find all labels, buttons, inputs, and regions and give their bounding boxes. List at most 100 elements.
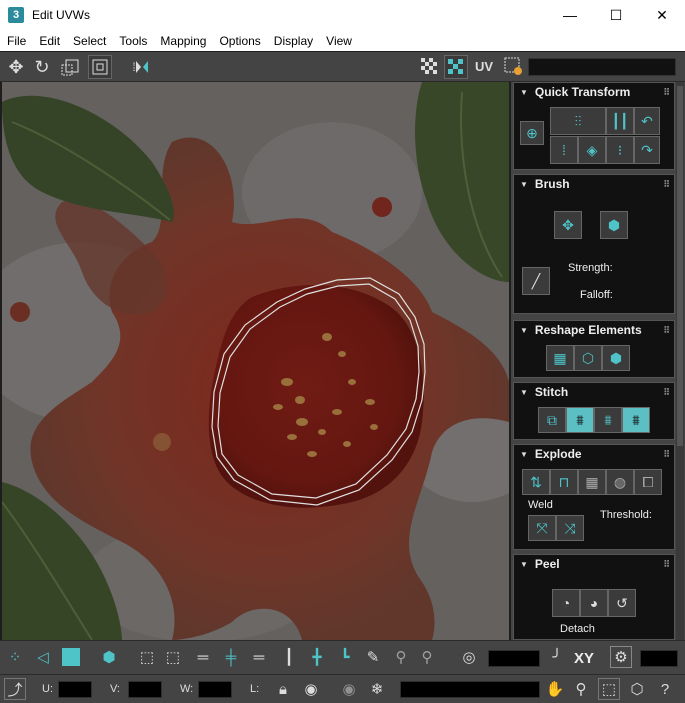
freeze-icon[interactable]: ❄ [366, 678, 388, 700]
flatten-by-polygon-icon[interactable]: ▦ [578, 469, 606, 495]
grip-icon[interactable]: ⠿ [663, 179, 670, 190]
flatten-by-smoothing-icon[interactable]: ◍ [606, 469, 634, 495]
grow-loop-icon[interactable]: ═ [192, 646, 214, 668]
grip-icon[interactable]: ⠿ [663, 387, 670, 398]
grow-ring-icon[interactable]: ╪ [220, 646, 242, 668]
vertex-mode-icon[interactable]: ⁘ [4, 646, 26, 668]
transform-pivot-icon[interactable]: ⊕ [520, 121, 544, 145]
soft-select-edge-icon[interactable]: ⚲ [416, 646, 438, 668]
edge-distance-field[interactable] [640, 650, 678, 667]
menu-select[interactable]: Select [66, 34, 112, 48]
paint-brush-icon[interactable]: ✎ [362, 646, 384, 668]
grip-icon[interactable]: ⠿ [663, 449, 670, 460]
center-icon[interactable]: ◈ [578, 136, 606, 164]
align-horizontal-icon[interactable]: ⫶⫶ [550, 107, 606, 135]
checker-pattern-icon[interactable] [418, 55, 442, 79]
reshape-elements-header[interactable]: ▼ Reshape Elements ⠿ [514, 321, 674, 339]
polygon-mode-icon[interactable] [60, 646, 82, 668]
stitch-average-icon[interactable]: ⩩ [594, 407, 622, 433]
stitch-custom-icon[interactable]: ⧉ [538, 407, 566, 433]
stitch-header[interactable]: ▼ Stitch ⠿ [514, 383, 674, 401]
soft-select-icon[interactable]: ⚲ [390, 646, 412, 668]
straighten-icon[interactable]: ▦ [546, 345, 574, 371]
zoom-extents-icon[interactable]: ⬡ [626, 678, 648, 700]
v-field[interactable] [128, 681, 162, 698]
lock-icon[interactable]: 🔒︎ [272, 678, 294, 700]
absolute-mode-icon[interactable]: ⤴ [4, 678, 26, 700]
quick-transform-header[interactable]: ▼ Quick Transform ⠿ [514, 83, 674, 101]
mirror-icon[interactable] [130, 55, 154, 79]
minimize-button[interactable]: — [547, 0, 593, 30]
flatten-by-material-icon[interactable]: ⧠ [634, 469, 662, 495]
rotate-ccw-icon[interactable]: ↶ [634, 107, 660, 135]
falloff-curve-icon[interactable]: ╱ [522, 267, 550, 295]
shrink-selection-icon[interactable]: ┗ [334, 646, 356, 668]
grow-selection-icon[interactable]: ╋ [306, 646, 328, 668]
filter-dropdown[interactable] [400, 681, 540, 698]
brush-header[interactable]: ▼ Brush ⠿ [514, 175, 674, 193]
peel-header[interactable]: ▼ Peel ⠿ [514, 555, 674, 573]
grip-icon[interactable]: ⠿ [663, 325, 670, 336]
grip-icon[interactable]: ⠿ [663, 559, 670, 570]
paint-move-icon[interactable]: ✥ [554, 211, 582, 239]
pan-hand-icon[interactable]: ✋ [544, 678, 566, 700]
l-label: L: [250, 683, 260, 695]
checker-texture-icon[interactable] [444, 55, 468, 79]
texture-dropdown[interactable] [528, 58, 676, 76]
zoom-icon[interactable]: ⚲ [570, 678, 592, 700]
menu-mapping[interactable]: Mapping [153, 34, 212, 48]
paint-select-icon[interactable]: ⬚ [162, 646, 184, 668]
menu-view[interactable]: View [319, 34, 358, 48]
relax-brush-icon[interactable]: ⬢ [600, 211, 628, 239]
falloff-type-icon[interactable]: ╯ [546, 646, 568, 668]
edge-mode-icon[interactable]: ◁ [32, 646, 54, 668]
weld-selected-icon[interactable]: ⤧ [528, 515, 556, 541]
rotate-cw-icon[interactable]: ↷ [634, 136, 660, 164]
break-icon[interactable]: ⇅ [522, 469, 550, 495]
space-horizontal-icon[interactable]: ⁞ [550, 136, 578, 164]
ring-select-icon[interactable]: ┃ [278, 646, 300, 668]
v-label: V: [110, 683, 120, 695]
menu-edit[interactable]: Edit [32, 34, 66, 48]
explode-header[interactable]: ▼ Explode ⠿ [514, 445, 674, 463]
w-field[interactable] [198, 681, 232, 698]
detach-edge-icon[interactable]: ⊓ [550, 469, 578, 495]
rotate-icon[interactable]: ↻ [30, 55, 54, 79]
unhide-icon[interactable]: ◉ [338, 678, 360, 700]
menu-display[interactable]: Display [267, 34, 319, 48]
uv-label[interactable]: UV [475, 59, 493, 74]
reset-peel-icon[interactable]: ↺ [608, 589, 636, 617]
panel-scrollbar-thumb[interactable] [677, 86, 683, 446]
menu-file[interactable]: File [0, 34, 32, 48]
xy-axis-label[interactable]: XY [574, 650, 594, 667]
help-icon[interactable]: ? [654, 678, 676, 700]
scale-icon[interactable] [58, 55, 82, 79]
align-vertical-icon[interactable]: ┃┃ [606, 107, 634, 135]
select-by-element-icon[interactable]: ⬚ [136, 646, 158, 668]
edge-distance-icon[interactable]: ⚙ [610, 646, 632, 668]
stitch-to-target-icon[interactable]: ⩩ [622, 407, 650, 433]
element-mode-icon[interactable]: ⬢ [98, 646, 120, 668]
quick-peel-icon[interactable]: ◔ [552, 589, 580, 617]
relax-icon[interactable]: ⬡ [574, 345, 602, 371]
u-field[interactable] [58, 681, 92, 698]
grip-icon[interactable]: ⠿ [663, 87, 670, 98]
maximize-button[interactable]: ☐ [593, 0, 639, 30]
falloff-distance-field[interactable] [488, 650, 540, 667]
hide-icon[interactable]: ◉ [300, 678, 322, 700]
stitch-to-source-icon[interactable]: ⩩ [566, 407, 594, 433]
relax-settings-icon[interactable]: ⬢ [602, 345, 630, 371]
menu-options[interactable]: Options [212, 34, 266, 48]
soft-selection-falloff-icon[interactable]: ◎ [458, 646, 480, 668]
shrink-loop-icon[interactable]: ═ [248, 646, 270, 668]
space-vertical-icon[interactable]: ⁝ [606, 136, 634, 164]
close-button[interactable]: ✕ [639, 0, 685, 30]
move-icon[interactable]: ✥ [4, 55, 28, 79]
zoom-region-icon[interactable]: ⬚ [598, 678, 620, 700]
peel-mode-icon[interactable]: ◕ [580, 589, 608, 617]
uv-viewport[interactable] [2, 82, 509, 640]
menu-tools[interactable]: Tools [112, 34, 153, 48]
freeform-icon[interactable] [88, 55, 112, 79]
weld-target-icon[interactable]: ⤨ [556, 515, 584, 541]
uv-settings-icon[interactable] [502, 55, 526, 79]
